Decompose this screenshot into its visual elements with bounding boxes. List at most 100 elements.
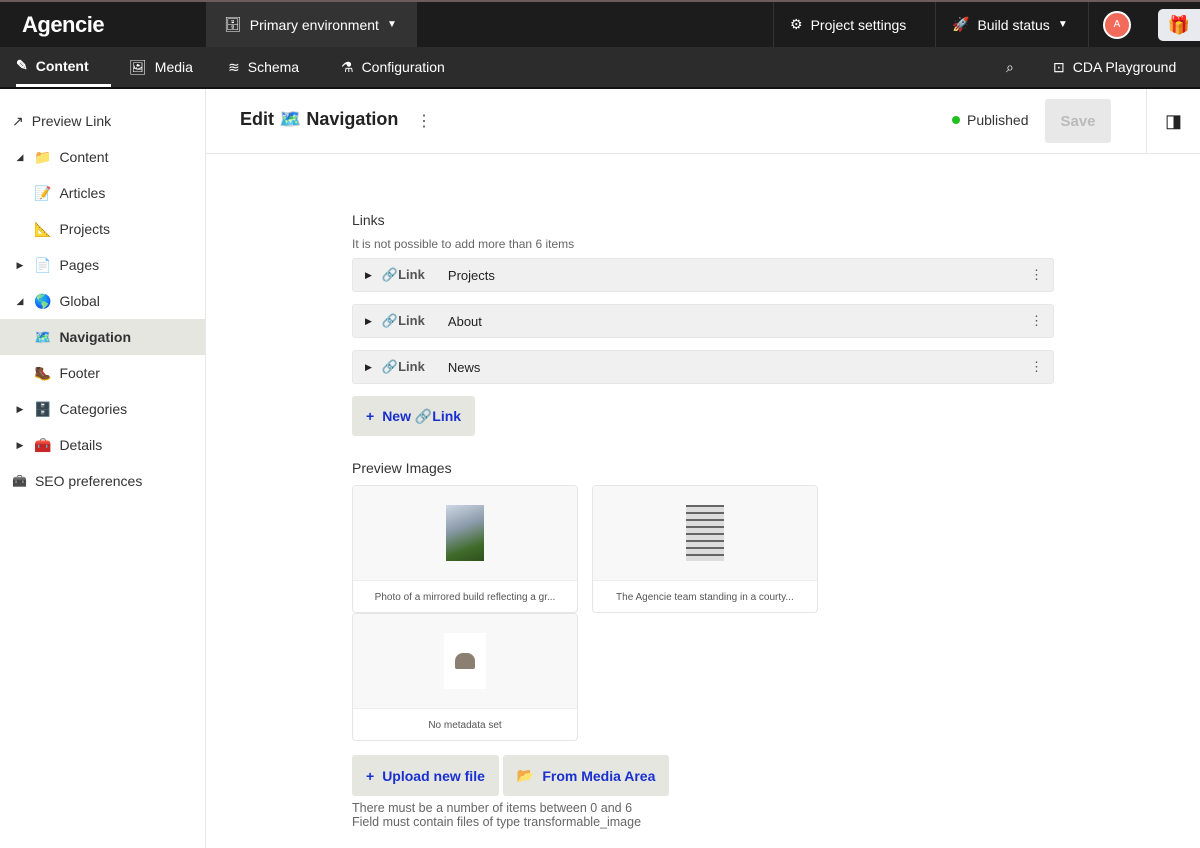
user-menu[interactable]: A [1088, 2, 1145, 47]
image-icon: 🖼 [129, 58, 147, 75]
folder-open-icon: 📂 [516, 767, 535, 783]
sidebar-item-details[interactable]: ▶ 🧰 Details [0, 427, 205, 463]
record-header: Edit 🗺️ Navigation ⋮ Published Save ◨ [206, 89, 1200, 154]
block-type: 🔗Link [381, 313, 425, 328]
caret-right-icon: ▶ [365, 361, 372, 372]
build-status-label: Build status [977, 16, 1050, 33]
more-options-icon[interactable]: ⋮ [1030, 313, 1043, 329]
image-thumbnail [444, 633, 486, 689]
project-settings-button[interactable]: ⚙ Project settings [773, 2, 922, 47]
sidebar-item-label: SEO preferences [34, 473, 143, 489]
images-hint-type: Field must contain files of type transfo… [352, 815, 642, 829]
images-hint-count: There must be a number of items between … [352, 801, 633, 815]
tab-label: Media [154, 59, 193, 75]
sidebar-panel-toggle-icon[interactable]: ◨ [1146, 89, 1200, 153]
sidebar-item-label: Articles [59, 185, 106, 201]
database-icon: 🗄 [224, 16, 242, 32]
toolbox-outline-icon: 🧰 [12, 474, 27, 488]
caret-right-icon: ▶ [365, 315, 372, 326]
save-button[interactable]: Save [1045, 99, 1111, 143]
logo: Agencie [22, 12, 105, 37]
edit-icon: ✎ [16, 57, 28, 73]
sidebar-item-projects[interactable]: 📐 Projects [0, 211, 205, 247]
page-title: Edit 🗺️ Navigation [240, 109, 399, 129]
layers-icon: ≋ [228, 58, 240, 75]
globe-icon: 🌎 [34, 292, 52, 309]
new-link-button[interactable]: + New 🔗Link [352, 396, 476, 436]
links-label: Links [352, 212, 385, 228]
image-card[interactable]: Photo of a mirrored build reflecting a g… [352, 485, 578, 613]
chevron-down-icon: ▼ [1057, 19, 1068, 30]
tab-schema[interactable]: ≋ Schema [228, 47, 299, 87]
from-media-area-button[interactable]: 📂 From Media Area [502, 755, 670, 796]
block-title: About [447, 313, 482, 329]
block-title: Projects [447, 267, 495, 283]
gift-icon[interactable]: 🎁 [1158, 9, 1200, 41]
tab-label: Content [35, 57, 89, 74]
more-options-icon[interactable]: ⋮ [1030, 267, 1043, 283]
caret-right-icon: ▶ [365, 269, 372, 280]
more-options-icon[interactable]: ⋮ [416, 111, 432, 131]
upload-label: Upload new file [382, 767, 485, 784]
avatar: A [1103, 10, 1131, 39]
image-thumbnail [446, 505, 484, 561]
tab-media[interactable]: 🖼 Media [129, 47, 193, 87]
image-caption: The Agencie team standing in a courty... [616, 591, 794, 603]
tab-label: Schema [247, 59, 300, 75]
sidebar-item-label: Global [59, 293, 100, 309]
top-bar: Agencie 🗄 Primary environment ▼ ⚙ Project s… [0, 0, 1200, 47]
sidebar-item-label: Content [59, 149, 109, 165]
environment-selector[interactable]: 🗄 Primary environment ▼ [206, 2, 417, 47]
sidebar-item-content[interactable]: ◢ 📁 Content [0, 139, 205, 175]
cda-label: CDA Playground [1072, 59, 1177, 75]
links-hint: It is not possible to add more than 6 it… [352, 237, 575, 251]
image-card[interactable]: The Agencie team standing in a courty... [591, 485, 818, 613]
plus-icon: + [366, 767, 375, 784]
cda-playground-button[interactable]: ⊡ CDA Playground [1053, 47, 1176, 87]
chevron-down-icon: ▼ [386, 19, 397, 30]
tab-label: Configuration [361, 59, 445, 75]
link-block[interactable]: ▶ 🔗Link About ⋮ [352, 304, 1054, 338]
image-caption: Photo of a mirrored build reflecting a g… [374, 591, 556, 603]
more-options-icon[interactable]: ⋮ [1030, 359, 1043, 375]
status-dot-icon [952, 116, 960, 124]
form: Links It is not possible to add more tha… [352, 154, 1054, 829]
file-cabinet-icon: 🗄️ [34, 400, 52, 417]
terminal-icon: ⊡ [1053, 58, 1065, 75]
sidebar-item-footer[interactable]: 🥾 Footer [0, 355, 205, 391]
sidebar-item-label: Pages [59, 257, 100, 273]
sidebar-item-navigation[interactable]: 🗺️ Navigation [0, 319, 205, 355]
boot-icon: 🥾 [34, 364, 52, 381]
upload-new-file-button[interactable]: + Upload new file [352, 755, 499, 796]
block-type: 🔗Link [381, 359, 425, 374]
main-nav: ✎ Content 🖼 Media ≋ Schema ⚗ Configuration ⌕… [0, 47, 1200, 89]
build-status-button[interactable]: 🚀 Build status ▼ [935, 2, 1084, 47]
link-block[interactable]: ▶ 🔗Link Projects ⋮ [352, 258, 1054, 292]
sidebar-item-seo-preferences[interactable]: 🧰 SEO preferences [0, 463, 205, 499]
image-card[interactable]: No metadata set [352, 613, 578, 741]
sidebar-item-articles[interactable]: 📝 Articles [0, 175, 205, 211]
caret-right-icon: ▶ [16, 403, 24, 414]
caret-down-icon: ◢ [16, 295, 24, 306]
page-icon: 📄 [34, 256, 52, 273]
toolbox-icon: 🧰 [34, 436, 52, 453]
sidebar-item-categories[interactable]: ▶ 🗄️ Categories [0, 391, 205, 427]
block-title: News [447, 359, 481, 375]
project-settings-label: Project settings [810, 16, 907, 33]
image-caption: No metadata set [428, 719, 502, 731]
sidebar-item-global[interactable]: ◢ 🌎 Global [0, 283, 205, 319]
caret-right-icon: ▶ [16, 259, 24, 270]
gear-icon: ⚙ [790, 16, 803, 32]
search-icon[interactable]: ⌕ [1006, 47, 1014, 87]
sidebar-item-preview-link[interactable]: ↗ Preview Link [0, 103, 205, 139]
tab-configuration[interactable]: ⚗ Configuration [341, 47, 445, 87]
link-block[interactable]: ▶ 🔗Link News ⋮ [352, 350, 1054, 384]
sidebar-item-pages[interactable]: ▶ 📄 Pages [0, 247, 205, 283]
environment-label: Primary environment [249, 16, 379, 33]
block-type: 🔗Link [381, 267, 425, 282]
sidebar-item-label: Projects [59, 221, 111, 237]
image-thumbnail [685, 505, 724, 561]
preview-images-label: Preview Images [352, 460, 452, 476]
sidebar-item-label: Navigation [59, 329, 132, 345]
tab-content[interactable]: ✎ Content [16, 47, 111, 87]
